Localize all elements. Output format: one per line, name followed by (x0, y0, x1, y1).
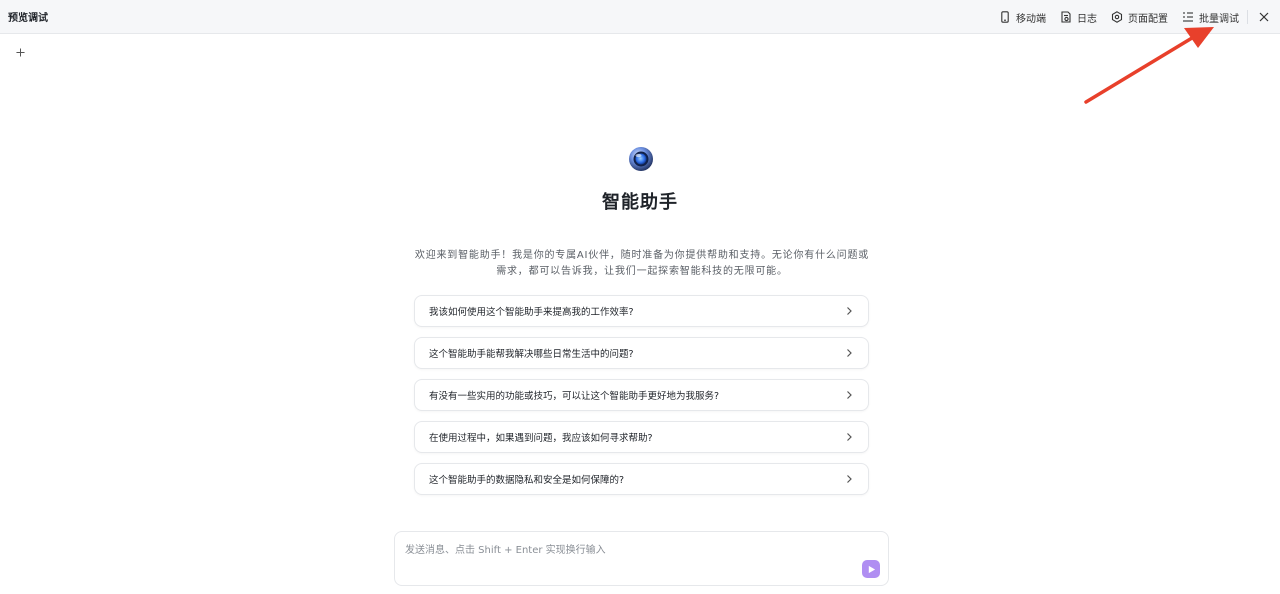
log-button[interactable]: 日志 (1060, 10, 1097, 25)
chevron-right-icon (847, 307, 852, 315)
annotation-arrow-icon (1084, 27, 1214, 104)
suggestion-text: 这个智能助手的数据隐私和安全是如何保障的? (429, 475, 625, 486)
suggestion-item[interactable]: 在使用过程中，如果遇到问题，我应该如何寻求帮助? (414, 421, 869, 453)
new-chat-button[interactable] (13, 45, 27, 59)
page-config-button[interactable]: 页面配置 (1111, 10, 1168, 25)
top-bar: 预览调试 移动端 日志 页面配置 批量调试 (0, 0, 1280, 34)
chevron-right-icon (847, 349, 852, 357)
mobile-button-label: 移动端 (1016, 13, 1046, 25)
page-title: 预览调试 (8, 13, 48, 24)
suggestion-text: 在使用过程中，如果遇到问题，我应该如何寻求帮助? (429, 433, 653, 444)
suggestion-item[interactable]: 这个智能助手的数据隐私和安全是如何保障的? (414, 463, 869, 495)
message-composer (394, 531, 889, 586)
plus-icon (15, 47, 25, 57)
header-actions: 移动端 日志 页面配置 批量调试 (985, 0, 1272, 34)
settings-icon (1111, 11, 1123, 23)
batch-debug-button-label: 批量调试 (1199, 13, 1239, 25)
log-icon (1061, 11, 1071, 23)
suggestion-item[interactable]: 我该如何使用这个智能助手来提高我的工作效率? (414, 295, 869, 327)
suggestion-text: 有没有一些实用的功能或技巧，可以让这个智能助手更好地为我服务? (429, 391, 720, 402)
header-divider (1247, 10, 1248, 24)
assistant-logo-icon (629, 147, 653, 171)
page-config-button-label: 页面配置 (1128, 13, 1168, 25)
suggestion-text: 这个智能助手能帮我解决哪些日常生活中的问题? (429, 349, 634, 360)
assistant-name: 智能助手 (602, 192, 678, 213)
close-icon (1259, 12, 1269, 22)
mobile-button[interactable]: 移动端 (999, 10, 1046, 25)
suggestion-item[interactable]: 有没有一些实用的功能或技巧，可以让这个智能助手更好地为我服务? (414, 379, 869, 411)
message-input[interactable] (405, 541, 845, 561)
close-button[interactable] (1256, 9, 1272, 25)
assistant-intro: 欢迎来到智能助手！我是你的专属AI伙伴，随时准备为你提供帮助和支持。无论你有什么… (414, 250, 870, 277)
send-button[interactable] (862, 560, 880, 578)
batch-debug-button[interactable]: 批量调试 (1182, 10, 1239, 25)
send-icon (868, 565, 875, 573)
batch-list-icon (1183, 12, 1193, 22)
suggestion-item[interactable]: 这个智能助手能帮我解决哪些日常生活中的问题? (414, 337, 869, 369)
chevron-right-icon (847, 391, 852, 399)
log-button-label: 日志 (1077, 13, 1097, 25)
chevron-right-icon (847, 433, 852, 441)
suggestion-text: 我该如何使用这个智能助手来提高我的工作效率? (429, 307, 634, 318)
mobile-icon (1001, 11, 1009, 23)
chevron-right-icon (847, 475, 852, 483)
